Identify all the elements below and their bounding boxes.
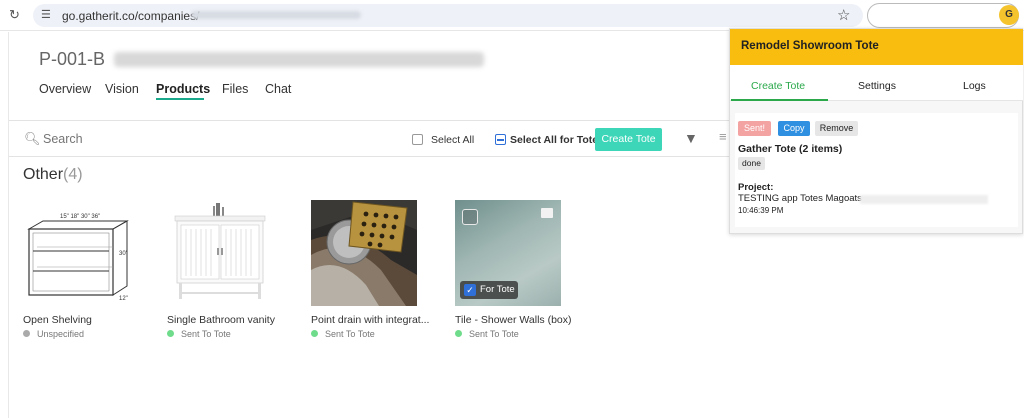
archive-icon[interactable]	[541, 208, 553, 218]
project-name-redacted	[114, 52, 484, 67]
done-badge: done	[738, 157, 765, 170]
address-bar[interactable]: ☰ go.gatherit.co/companies/ ☆	[33, 4, 863, 27]
status-dot	[23, 330, 30, 337]
star-icon[interactable]: ☆	[837, 6, 850, 24]
check-icon: ✓	[464, 284, 476, 296]
create-tote-button[interactable]: Create Tote	[595, 128, 662, 151]
product-status: Sent To Tote	[167, 329, 231, 339]
tab-create-tote[interactable]: Create Tote	[751, 80, 805, 92]
select-all-checkbox[interactable]	[412, 134, 423, 145]
for-tote-badge[interactable]: ✓ For Tote	[460, 281, 518, 299]
product-image-point-drain[interactable]	[311, 200, 417, 306]
project-value-redacted	[860, 195, 988, 204]
drain-image	[311, 200, 417, 306]
tote-extension-panel: Remodel Showroom Tote Create Tote Settin…	[729, 28, 1023, 234]
reload-icon[interactable]: ↻	[9, 8, 23, 22]
project-label: Project:	[738, 182, 774, 193]
select-all-label[interactable]: Select All	[431, 134, 474, 146]
status-label: Sent To Tote	[469, 329, 519, 339]
panel-title: Remodel Showroom Tote	[741, 40, 879, 52]
url-text[interactable]: go.gatherit.co/companies/	[62, 9, 199, 23]
product-status: Sent To Tote	[455, 329, 519, 339]
active-tab-indicator	[156, 98, 204, 100]
for-tote-label: For Tote	[480, 284, 515, 295]
copy-button[interactable]: Copy	[778, 121, 810, 136]
section-count: (4)	[63, 166, 83, 183]
section-name: Other	[23, 166, 64, 183]
tab-files[interactable]: Files	[222, 82, 248, 96]
site-settings-icon[interactable]: ☰	[41, 8, 51, 21]
gather-tote-heading: Gather Tote (2 items)	[738, 143, 843, 155]
project-value: TESTING app Totes Magoats	[738, 193, 862, 204]
product-title[interactable]: Point drain with integrat...	[311, 314, 429, 326]
url-redacted	[191, 11, 361, 19]
left-border	[8, 32, 9, 418]
section-title: Other(4)	[23, 166, 83, 184]
product-title[interactable]: Tile - Shower Walls (box)	[455, 314, 572, 326]
sent-button[interactable]: Sent!	[738, 121, 771, 136]
shelving-drawing: 15" 18" 30" 36" 30" 12"	[27, 214, 129, 302]
panel-header: Remodel Showroom Tote	[730, 29, 1023, 65]
status-dot	[311, 330, 318, 337]
product-status: Sent To Tote	[311, 329, 375, 339]
tab-settings[interactable]: Settings	[858, 80, 896, 92]
product-title[interactable]: Single Bathroom vanity	[167, 314, 275, 326]
tab-chat[interactable]: Chat	[265, 82, 291, 96]
tab-logs[interactable]: Logs	[963, 80, 986, 92]
product-status: Unspecified	[23, 329, 84, 339]
product-image-vanity[interactable]	[167, 200, 273, 306]
select-checkbox[interactable]	[462, 209, 478, 225]
shelf-height-label: 30"	[119, 251, 128, 257]
select-all-tote-label[interactable]: Select All for Tote	[510, 134, 598, 146]
product-image-tile[interactable]: ✓ For Tote	[455, 200, 561, 306]
active-panel-tab-indicator	[731, 99, 828, 101]
shelf-depth-label: 12"	[119, 296, 128, 302]
filter-bar: 🔍︎ Select All Select All for Tote Create…	[9, 120, 729, 157]
status-label: Sent To Tote	[325, 329, 375, 339]
search-input[interactable]	[43, 129, 243, 149]
status-label: Unspecified	[37, 329, 85, 339]
vanity-image	[167, 200, 273, 306]
product-title[interactable]: Open Shelving	[23, 314, 92, 326]
browser-toolbar: ↻ ☰ go.gatherit.co/companies/ ☆ G	[0, 0, 1024, 31]
project-code: P-001-B	[39, 49, 106, 69]
remove-button[interactable]: Remove	[815, 121, 858, 136]
secondary-field[interactable]	[867, 3, 1019, 28]
tab-products[interactable]: Products	[156, 82, 210, 96]
timestamp: 10:46:39 PM	[738, 206, 784, 215]
shelf-dims-label: 15" 18" 30" 36"	[60, 214, 100, 220]
tote-entry: Sent! Copy Remove Gather Tote (2 items) …	[735, 113, 1018, 227]
product-image-open-shelving[interactable]: 15" 18" 30" 36" 30" 12"	[23, 200, 129, 306]
status-dot	[167, 330, 174, 337]
status-label: Sent To Tote	[181, 329, 231, 339]
panel-tabs: Create Tote Settings Logs	[730, 65, 1023, 101]
search-icon: 🔍︎	[24, 131, 41, 146]
tab-overview[interactable]: Overview	[39, 82, 91, 96]
sliders-icon[interactable]: ≡	[719, 129, 727, 144]
tab-vision[interactable]: Vision	[105, 82, 139, 96]
select-all-tote-checkbox[interactable]	[495, 134, 506, 145]
status-dot	[455, 330, 462, 337]
gatherit-extension-icon[interactable]: G	[999, 5, 1019, 25]
filter-icon[interactable]: ▼	[684, 130, 698, 146]
